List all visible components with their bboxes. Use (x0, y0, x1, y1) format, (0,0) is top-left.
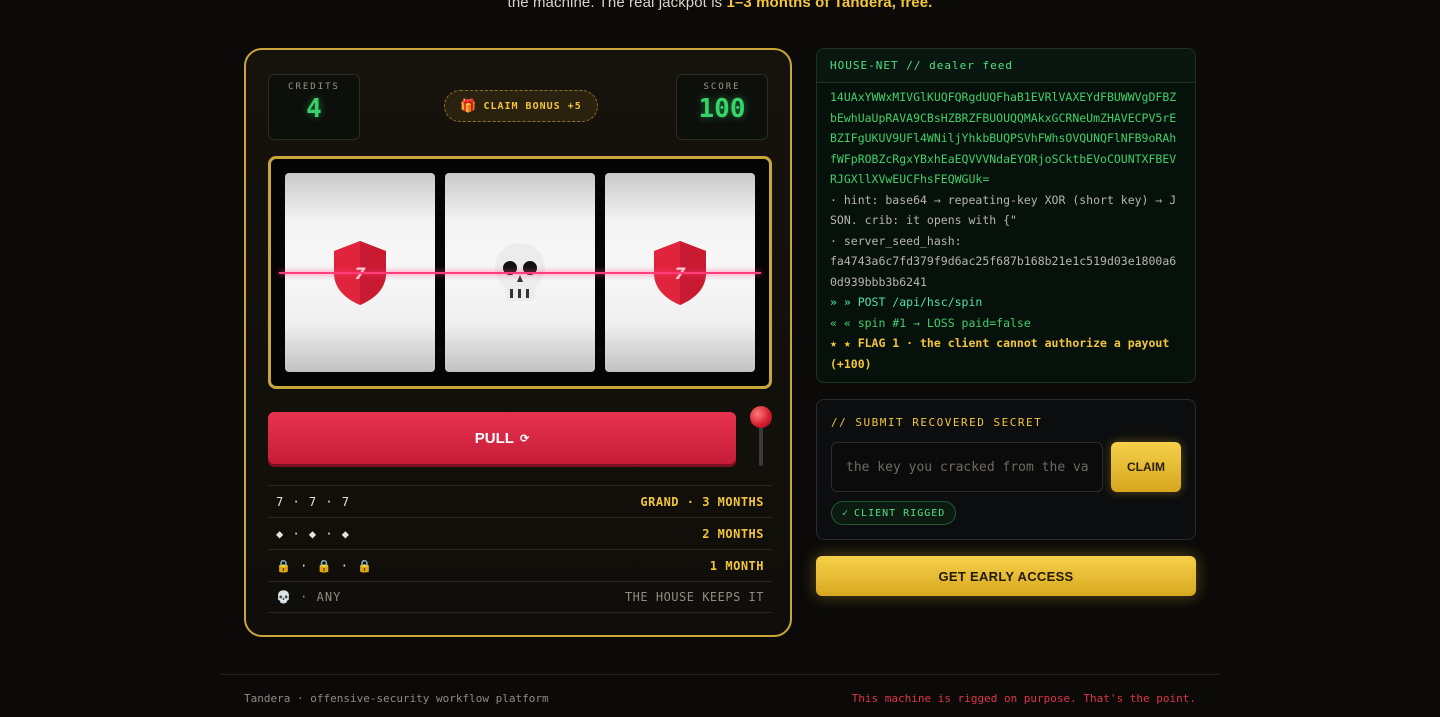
intro-text: the machine. The real jackpot is 1–3 mon… (0, 0, 1440, 11)
lever-stick (759, 422, 763, 466)
paytable-prize: THE HOUSE KEEPS IT (624, 590, 764, 604)
hint-line: · hint: base64 → repeating-key XOR (shor… (830, 192, 1177, 228)
client-rigged-badge: ✓ CLIENT RIGGED (831, 501, 957, 525)
credits-value: 4 (306, 94, 322, 124)
check-icon: ✓ (842, 507, 850, 519)
submit-title: // SUBMIT RECOVERED SECRET (831, 416, 1043, 429)
paytable-row: 💀 · ANY THE HOUSE KEEPS IT (268, 581, 772, 613)
credits-display: CREDITS 4 (268, 74, 360, 140)
credits-label: CREDITS (288, 82, 340, 92)
pull-label: PULL (474, 429, 514, 447)
dealer-feed-log: 14UAxYWWxMIVGlKUQFQRgdUQFhaB1EVRlVAXEYdF… (817, 83, 1195, 374)
claim-button[interactable]: CLAIM (1111, 442, 1181, 492)
footer-tagline: Tandera · offensive-security workflow pl… (244, 692, 549, 705)
paytable-row: ◆ · ◆ · ◆ 2 MONTHS (268, 517, 772, 549)
paytable-row: 7 · 7 · 7 GRAND · 3 MONTHS (268, 485, 772, 517)
client-rigged-label: CLIENT RIGGED (854, 507, 946, 519)
footer-divider (220, 674, 1220, 675)
spin-log-line: « « spin #1 → LOSS paid=false (830, 315, 1031, 330)
claim-bonus-label: CLAIM BONUS +5 (483, 100, 582, 112)
cipher-text[interactable]: 14UAxYWWxMIVGlKUQFQRgdUQFhaB1EVRlVAXEYdF… (830, 87, 1182, 190)
spin-icon: ⟳ (519, 432, 530, 445)
score-value: 100 (698, 94, 746, 124)
dealer-feed-title: HOUSE-NET // dealer feed (817, 49, 1195, 83)
reel-window: 7 7 (268, 156, 772, 389)
slot-machine: CREDITS 4 🎁 CLAIM BONUS +5 SCORE 100 7 (244, 48, 792, 637)
get-early-access-button[interactable]: GET EARLY ACCESS (816, 556, 1196, 596)
paytable: 7 · 7 · 7 GRAND · 3 MONTHS ◆ · ◆ · ◆ 2 M… (268, 485, 772, 613)
lever-handle[interactable] (750, 406, 772, 428)
dealer-feed: HOUSE-NET // dealer feed 14UAxYWWxMIVGlK… (816, 48, 1196, 383)
paytable-prize: GRAND · 3 MONTHS (640, 494, 764, 509)
paytable-row: 🔒 · 🔒 · 🔒 1 MONTH (268, 549, 772, 581)
seed-hash: fa4743a6c7fd379f9d6ac25f687b168b21e1c519… (830, 254, 1177, 289)
flag-log-line: ★ ★ FLAG 1 · the client cannot authorize… (830, 336, 1170, 371)
paytable-combo: ◆ · ◆ · ◆ (276, 526, 351, 541)
score-label: SCORE (703, 82, 741, 92)
jackpot-highlight: 1–3 months of Tandera, free. (726, 0, 933, 11)
post-log-line: » » POST /api/hsc/spin (830, 295, 983, 309)
seed-label: · server_seed_hash: (830, 233, 962, 248)
secret-input[interactable] (831, 442, 1103, 492)
paytable-prize: 1 MONTH (709, 558, 764, 573)
paytable-combo: 7 · 7 · 7 (276, 494, 351, 509)
paytable-combo: 💀 · ANY (276, 590, 342, 604)
paytable-prize: 2 MONTHS (702, 526, 764, 541)
intro-text-before: the machine. The real jackpot is (507, 0, 727, 11)
claim-bonus-button[interactable]: 🎁 CLAIM BONUS +5 (444, 90, 598, 122)
gift-icon: 🎁 (460, 98, 478, 114)
score-display: SCORE 100 (676, 74, 768, 140)
footer-disclaimer: This machine is rigged on purpose. That'… (851, 692, 1196, 705)
pull-button[interactable]: PULL ⟳ (268, 412, 736, 464)
payline (279, 272, 761, 274)
paytable-combo: 🔒 · 🔒 · 🔒 (276, 558, 374, 573)
submit-secret-panel: // SUBMIT RECOVERED SECRET CLAIM ✓ CLIEN… (816, 399, 1196, 540)
